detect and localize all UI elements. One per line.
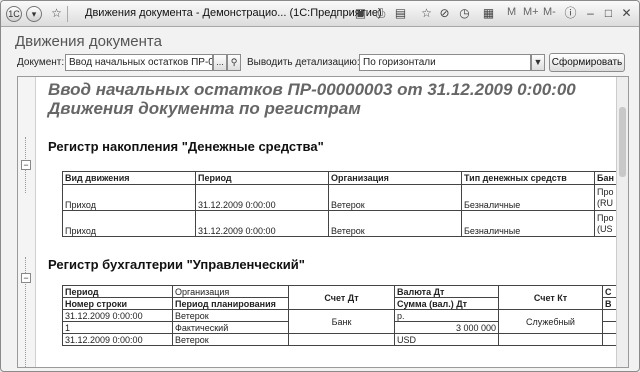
document-label: Документ: bbox=[17, 57, 65, 68]
table-row: 31.12.2009 0:00:00 Ветерок Банк р. Служе… bbox=[62, 309, 623, 334]
vertical-scrollbar[interactable] bbox=[616, 77, 628, 367]
column-header: Организация bbox=[172, 285, 289, 298]
register2-table: Период Организация Счет Дт Валюта Дт Сче… bbox=[62, 285, 623, 346]
column-header: Период bbox=[195, 171, 329, 185]
column-header: Счет Кт bbox=[498, 285, 603, 310]
close-icon[interactable]: ✕ bbox=[619, 6, 634, 21]
memory-plus-button[interactable]: M+ bbox=[523, 6, 539, 18]
detail-label: Выводить детализацию: bbox=[247, 57, 360, 68]
column-header: Период планирования bbox=[172, 297, 289, 310]
maximize-icon[interactable]: □ bbox=[601, 6, 616, 21]
star-icon[interactable]: ☆ bbox=[49, 6, 64, 21]
collapse-group-icon[interactable]: − bbox=[21, 160, 31, 170]
table-row: Приход 31.12.2009 0:00:00 Ветерок Безнал… bbox=[62, 210, 623, 237]
register2-title: Регистр бухгалтерии "Управленческий" bbox=[48, 257, 305, 272]
search-icon[interactable]: ⚲ bbox=[227, 54, 241, 71]
document-select-button[interactable]: ... bbox=[213, 54, 227, 71]
save-icon[interactable]: ▣ bbox=[353, 6, 368, 21]
collapse-group-icon[interactable]: − bbox=[21, 273, 31, 283]
calculator-icon[interactable]: ▦ bbox=[481, 6, 496, 21]
chevron-down-icon[interactable]: ▾ bbox=[26, 6, 42, 22]
column-header: Номер строки bbox=[62, 297, 173, 310]
info-icon[interactable]: ⓘ bbox=[563, 6, 578, 21]
title-separator bbox=[67, 6, 68, 22]
1c-logo-icon[interactable]: 1С bbox=[6, 6, 22, 22]
generate-button[interactable]: Сформировать bbox=[549, 53, 625, 72]
detail-select[interactable]: По горизонтали bbox=[359, 54, 531, 71]
column-header: Организация bbox=[328, 171, 462, 185]
title-bar: 1С ▾ ☆ Движения документа - Демонстрацио… bbox=[1, 1, 639, 27]
memory-minus-button[interactable]: M- bbox=[543, 6, 556, 18]
form-title: Движения документа bbox=[15, 33, 162, 50]
favorite-icon[interactable]: ☆ bbox=[419, 6, 434, 21]
column-header: Счет Дт bbox=[288, 285, 395, 310]
memory-button[interactable]: M bbox=[507, 6, 516, 18]
column-header: Период bbox=[62, 285, 173, 298]
table-row: 31.12.2009 0:00:00 Ветерок USD bbox=[62, 333, 623, 346]
scrollbar-thumb[interactable] bbox=[619, 107, 626, 177]
app-window: 1С ▾ ☆ Движения документа - Демонстрацио… bbox=[0, 0, 640, 372]
print-icon[interactable]: ⎙ bbox=[373, 6, 388, 21]
link-icon[interactable]: ⊘ bbox=[437, 6, 452, 21]
group-gutter: − − bbox=[18, 77, 36, 367]
preview-icon[interactable]: ▤ bbox=[393, 6, 408, 21]
report-heading: Ввод начальных остатков ПР-00000003 от 3… bbox=[48, 80, 576, 99]
chevron-down-icon[interactable]: ▼ bbox=[531, 54, 545, 71]
table-row: Приход 31.12.2009 0:00:00 Ветерок Безнал… bbox=[62, 184, 623, 211]
history-icon[interactable]: ◷ bbox=[457, 6, 472, 21]
window-title: Движения документа - Демонстрацио... (1С… bbox=[85, 7, 382, 19]
column-header: Сумма (вал.) Дт bbox=[394, 297, 499, 310]
document-field[interactable]: Ввод начальных остатков ПР-00 bbox=[65, 54, 213, 71]
report-subheading: Движения документа по регистрам bbox=[48, 99, 361, 118]
minimize-icon[interactable]: – bbox=[583, 6, 598, 21]
register1-title: Регистр накопления "Денежные средства" bbox=[48, 139, 324, 154]
column-header: Вид движения bbox=[62, 171, 196, 185]
column-header: Тип денежных средств bbox=[461, 171, 595, 185]
register1-table: Вид движения Период Организация Тип дене… bbox=[62, 171, 623, 237]
column-header: Валюта Дт bbox=[394, 285, 499, 298]
report-area[interactable]: − − Ввод начальных остатков ПР-00000003 … bbox=[17, 76, 629, 368]
